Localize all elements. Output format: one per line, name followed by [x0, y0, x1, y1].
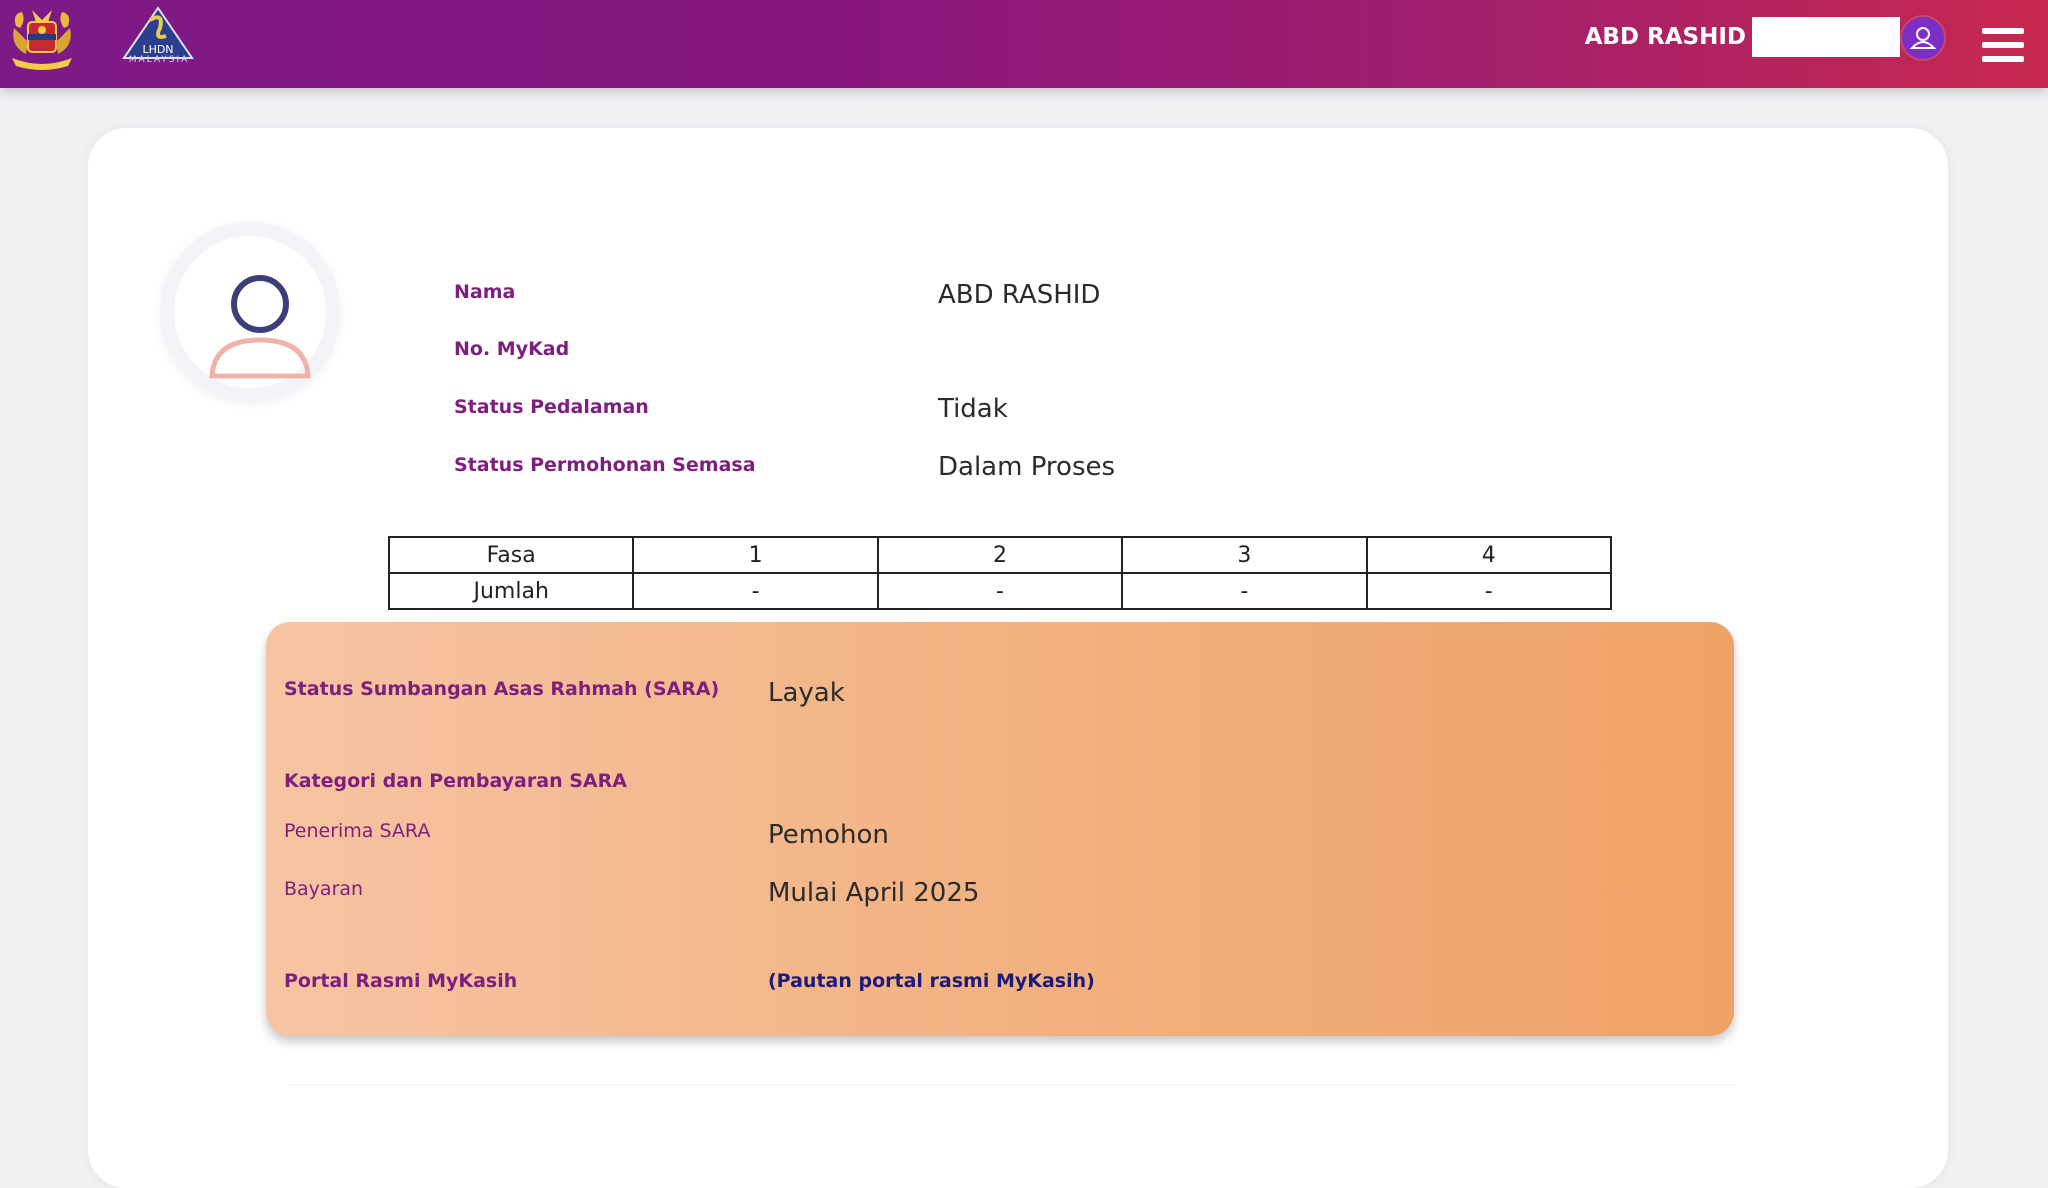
hamburger-menu-icon[interactable]: [1982, 28, 2024, 64]
sara-recipient-value: Pemohon: [768, 820, 889, 850]
label-nama: Nama: [454, 281, 516, 303]
user-avatar-button[interactable]: [1902, 17, 1944, 59]
label-mykad: No. MyKad: [454, 338, 570, 360]
table-cell: -: [1365, 572, 1613, 610]
table-header-fasa: Fasa: [387, 536, 635, 574]
sara-payment-value: Mulai April 2025: [768, 878, 980, 908]
sara-status-value: Layak: [768, 678, 845, 708]
table-cell: -: [876, 572, 1124, 610]
value-nama: ABD RASHID: [938, 280, 1101, 310]
table-cell: -: [1121, 572, 1368, 610]
sara-payment-label: Bayaran: [284, 878, 364, 900]
value-status-pedalaman: Tidak: [938, 394, 1008, 424]
sara-portal-label: Portal Rasmi MyKasih: [284, 970, 518, 992]
redacted-id-box: [1752, 17, 1900, 57]
sara-panel: Status Sumbangan Asas Rahmah (SARA) Laya…: [266, 622, 1734, 1036]
header-user-name: ABD RASHID: [1584, 24, 1746, 50]
divider: [290, 1084, 1736, 1085]
mykasih-portal-link[interactable]: (Pautan portal rasmi MyKasih): [768, 970, 1095, 992]
table-header-3: 3: [1121, 536, 1368, 574]
table-header-4: 4: [1365, 536, 1613, 574]
table-header-2: 2: [876, 536, 1124, 574]
user-avatar-icon: [1909, 27, 1937, 49]
label-status-pedalaman: Status Pedalaman: [454, 396, 649, 418]
table-header-1: 1: [632, 536, 879, 574]
sara-status-label: Status Sumbangan Asas Rahmah (SARA): [284, 678, 720, 700]
table-cell-jumlah: Jumlah: [387, 572, 635, 610]
table-row: Fasa 1 2 3 4: [387, 536, 1613, 574]
lhdn-logo-subtext: MALAYSIA: [128, 55, 190, 65]
label-status-permohonan: Status Permohonan Semasa: [454, 454, 756, 476]
phase-table: Fasa 1 2 3 4 Jumlah - - - -: [387, 536, 1613, 610]
malaysia-crest-icon: [12, 10, 72, 70]
table-row: Jumlah - - - -: [387, 572, 1613, 610]
sara-category-heading: Kategori dan Pembayaran SARA: [284, 770, 627, 792]
profile-placeholder-icon: [209, 275, 311, 379]
value-status-permohonan: Dalam Proses: [938, 452, 1116, 482]
profile-avatar: [160, 222, 340, 402]
top-navbar: LHDN MALAYSIA ABD RASHID: [0, 0, 2048, 88]
sara-recipient-label: Penerima SARA: [284, 820, 431, 842]
table-cell: -: [632, 572, 879, 610]
